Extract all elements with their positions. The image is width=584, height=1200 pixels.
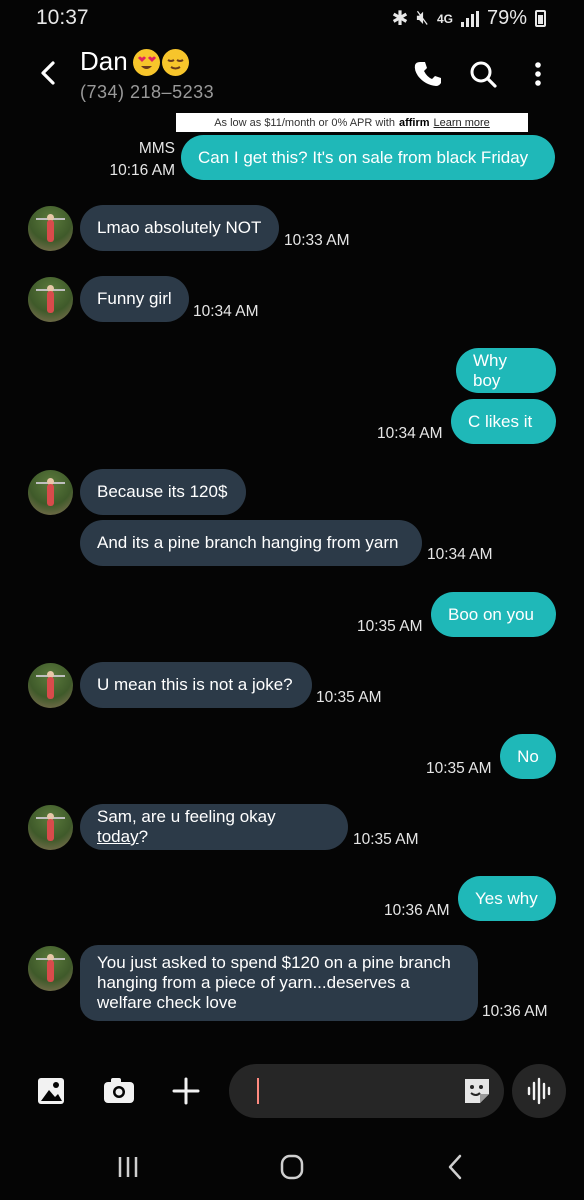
outgoing-message[interactable]: Why boy <box>456 348 556 393</box>
message-text: C likes it <box>468 411 533 431</box>
incoming-message[interactable]: And its a pine branch hanging from yarn <box>80 520 422 566</box>
home-icon[interactable] <box>272 1150 312 1184</box>
contact-name[interactable]: Dan <box>80 46 128 77</box>
message-time: 10:35 AM <box>316 689 382 706</box>
message-time: 10:36 AM <box>482 1003 548 1020</box>
heart-eyes-emoji-icon <box>133 49 160 76</box>
message-time: 10:35 AM <box>426 760 492 777</box>
message-text: Yes why <box>475 888 538 908</box>
message-time: 10:33 AM <box>284 232 350 249</box>
camera-icon[interactable] <box>101 1073 137 1109</box>
mms-label: MMS <box>138 140 175 157</box>
contact-avatar[interactable] <box>28 946 73 991</box>
voice-button[interactable] <box>512 1064 566 1118</box>
gallery-icon[interactable] <box>34 1073 70 1109</box>
message-text: Why boy <box>473 350 507 390</box>
sticker-icon[interactable] <box>462 1076 492 1106</box>
status-icons: ✱ 🔇︎ 4G 79% <box>392 6 546 31</box>
message-text: Funny girl <box>97 289 172 308</box>
message-text: Sam, are u feeling okay today? <box>97 807 331 847</box>
message-text-part: ? <box>138 827 149 846</box>
contact-avatar[interactable] <box>28 277 73 322</box>
message-text-line: hanging from a piece of yarn...deserves … <box>97 973 410 992</box>
contact-avatar[interactable] <box>28 663 73 708</box>
message-time: 10:34 AM <box>377 425 443 442</box>
incoming-message[interactable]: Sam, are u feeling okay today? <box>80 804 348 850</box>
contact-avatar[interactable] <box>28 805 73 850</box>
mms-label-group: MMS 10:16 AM <box>110 138 176 182</box>
more-vertical-icon[interactable] <box>522 58 554 90</box>
phone-icon[interactable] <box>412 58 444 90</box>
message-text: Lmao absolutely NOT <box>97 218 262 237</box>
battery-percent: 79% <box>486 7 527 29</box>
relieved-emoji-icon <box>162 49 189 76</box>
outgoing-message[interactable]: No <box>500 734 556 779</box>
bluetooth-icon: ✱ <box>391 8 409 30</box>
text-cursor <box>257 1078 259 1104</box>
contact-emoji <box>133 49 189 76</box>
message-text: And its a pine branch hanging from yarn <box>97 533 399 552</box>
message-text: Boo on you <box>448 604 535 624</box>
date-link[interactable]: today <box>97 827 139 846</box>
signal-icon <box>460 10 479 27</box>
plus-icon[interactable] <box>168 1073 204 1109</box>
message-time: 10:35 AM <box>357 618 423 635</box>
message-text-part: Sam, are u feeling okay <box>97 807 276 826</box>
message-time: 10:34 AM <box>193 303 259 320</box>
outgoing-message[interactable]: Boo on you <box>431 592 556 637</box>
incoming-message[interactable]: Because its 120$ <box>80 469 246 515</box>
search-icon[interactable] <box>467 58 499 90</box>
message-time: 10:16 AM <box>109 162 176 179</box>
affirm-logo: affirm <box>398 116 430 129</box>
contact-avatar[interactable] <box>28 206 73 251</box>
back-nav-icon[interactable] <box>436 1150 476 1184</box>
message-time: 10:36 AM <box>384 902 450 919</box>
incoming-message[interactable]: You just asked to spend $120 on a pine b… <box>80 945 478 1021</box>
message-text-line: welfare check love <box>97 993 237 1012</box>
recent-apps-icon[interactable] <box>108 1150 148 1184</box>
outgoing-message[interactable]: Can I get this? It's on sale from black … <box>181 135 555 180</box>
contact-avatar[interactable] <box>28 470 73 515</box>
message-time: 10:35 AM <box>353 831 419 848</box>
message-text-line: You just asked to spend $120 on a pine b… <box>97 953 451 972</box>
battery-icon <box>535 10 546 27</box>
message-text: U mean this is not a joke? <box>97 675 293 694</box>
message-text: Can I get this? It's on sale from black … <box>198 147 529 167</box>
mute-icon: 🔇︎ <box>416 7 429 29</box>
contact-phone-number: (734) 218–5233 <box>80 82 215 102</box>
back-arrow-icon[interactable] <box>34 58 64 88</box>
message-text: No <box>517 746 539 766</box>
learn-more-link[interactable]: Learn more <box>434 117 490 129</box>
ad-text: As low as $11/month or 0% APR with <box>214 116 395 129</box>
status-time: 10:37 <box>36 6 89 29</box>
outgoing-message[interactable]: Yes why <box>458 876 556 921</box>
incoming-message[interactable]: Lmao absolutely NOT <box>80 205 279 251</box>
message-time: 10:34 AM <box>427 546 493 563</box>
incoming-message[interactable]: U mean this is not a joke? <box>80 662 312 708</box>
outgoing-message[interactable]: C likes it <box>451 399 556 444</box>
message-text: Because its 120$ <box>97 482 228 501</box>
incoming-message[interactable]: Funny girl <box>80 276 189 322</box>
network-type: 4G <box>436 11 453 26</box>
voice-icon <box>527 1077 551 1105</box>
mms-ad-banner[interactable]: As low as $11/month or 0% APR with affir… <box>176 113 528 132</box>
